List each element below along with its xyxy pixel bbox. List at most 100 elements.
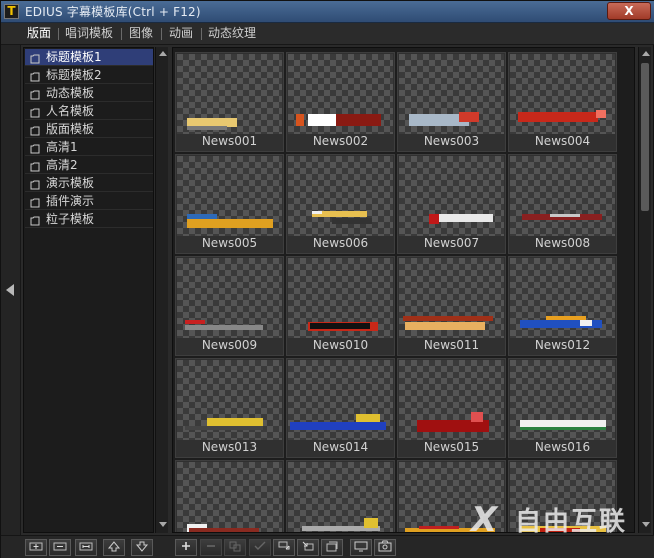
title-bar[interactable]: T EDIUS 字幕模板库(Ctrl + F12) X (1, 1, 654, 23)
category-item[interactable]: 插件演示 (25, 193, 153, 210)
thumbnail-caption-bar (290, 422, 386, 430)
category-label: 高清1 (46, 140, 78, 154)
folder-icon (30, 108, 40, 118)
thumbnail-caption-bar (332, 218, 372, 224)
template-scrollbar[interactable] (638, 47, 651, 533)
template-thumbnail (510, 360, 615, 440)
template-tile[interactable]: News009 (175, 256, 284, 356)
template-tile[interactable]: News007 (397, 154, 506, 254)
scroll-up-arrow-icon[interactable] (159, 51, 167, 56)
template-name: News009 (201, 338, 258, 352)
tab-motion-textures[interactable]: 动态纹理 (208, 26, 256, 41)
remove-category-button[interactable] (49, 539, 71, 556)
tab-images[interactable]: 图像 (129, 26, 153, 41)
collapse-left-arrow-icon[interactable] (6, 284, 14, 296)
template-thumbnail (177, 462, 282, 532)
tab-layout[interactable]: 版面 (27, 26, 51, 41)
template-name: News013 (201, 440, 258, 454)
category-label: 动态模板 (46, 86, 95, 100)
rename-icon (79, 542, 93, 551)
folder-icon (30, 90, 40, 100)
thumbnail-caption-bar (459, 112, 479, 122)
scroll-up-arrow-icon[interactable] (642, 51, 650, 56)
template-tile[interactable]: News014 (286, 358, 395, 458)
add-category-button[interactable] (25, 539, 47, 556)
template-thumbnail (399, 156, 504, 236)
template-tile[interactable]: News013 (175, 358, 284, 458)
thumbnail-caption-bar (356, 414, 380, 422)
template-tile[interactable]: News002 (286, 52, 395, 152)
category-label: 高清2 (46, 158, 78, 172)
thumbnail-caption-bar (429, 214, 439, 224)
apply-template-button[interactable] (249, 539, 271, 556)
add-template-icon (182, 542, 190, 550)
rename-category-button[interactable] (75, 539, 97, 556)
template-grid[interactable]: News001 News002 News003 News004 News005 News0… (172, 47, 635, 533)
template-tile[interactable]: News012 (508, 256, 617, 356)
template-thumbnail (177, 54, 282, 134)
template-name: News003 (423, 134, 480, 148)
move-down-button[interactable] (131, 539, 153, 556)
snapshot-icon (378, 540, 392, 552)
category-label: 演示模板 (46, 176, 95, 190)
template-thumbnail (288, 156, 393, 236)
template-library-window: T EDIUS 字幕模板库(Ctrl + F12) X 版面 唱词模板 图像 动… (0, 0, 654, 558)
category-item[interactable]: 人名模板 (25, 103, 153, 120)
template-thumbnail (510, 54, 615, 134)
template-tile[interactable] (286, 460, 395, 532)
thumbnail-caption-bar (520, 427, 606, 430)
batch-template-button[interactable] (321, 539, 343, 556)
add-template-button[interactable] (175, 539, 197, 556)
template-tile[interactable]: News006 (286, 154, 395, 254)
scroll-down-arrow-icon[interactable] (159, 522, 167, 527)
category-item[interactable]: 高清2 (25, 157, 153, 174)
close-button[interactable]: X (607, 2, 651, 20)
preview-button[interactable] (350, 539, 372, 556)
copy-icon (229, 541, 241, 552)
category-label: 标题模板2 (46, 68, 102, 82)
template-tile[interactable]: News008 (508, 154, 617, 254)
template-thumbnail (510, 258, 615, 338)
template-tile[interactable]: News011 (397, 256, 506, 356)
export-template-button[interactable] (273, 539, 295, 556)
snapshot-button[interactable] (374, 539, 396, 556)
category-list[interactable]: 标题模板1 标题模板2 动态模板人名模板 版面模板高清1 高清2 演示模板插件演示 粒子模板 (23, 47, 154, 533)
copy-template-button[interactable] (224, 539, 246, 556)
tab-animation[interactable]: 动画 (169, 26, 193, 41)
move-up-button[interactable] (103, 539, 125, 556)
import-template-button[interactable] (297, 539, 319, 556)
category-item[interactable]: 标题模板2 (25, 67, 153, 84)
template-thumbnail (510, 156, 615, 236)
thumbnail-caption-bar (310, 323, 370, 329)
thumbnail-caption-bar (187, 219, 273, 228)
template-tile[interactable]: News003 (397, 52, 506, 152)
import-icon (302, 541, 314, 551)
delete-template-button[interactable] (200, 539, 222, 556)
delete-template-icon (207, 545, 215, 547)
move-up-icon (107, 541, 121, 552)
category-item[interactable]: 标题模板1 (25, 49, 153, 66)
category-item[interactable]: 粒子模板 (25, 211, 153, 228)
remove-category-icon (53, 542, 67, 551)
template-thumbnail (399, 54, 504, 134)
category-scrollbar[interactable] (155, 47, 168, 533)
category-item[interactable]: 演示模板 (25, 175, 153, 192)
template-tile[interactable] (175, 460, 284, 532)
collapse-strip[interactable] (1, 45, 21, 558)
template-tile[interactable]: News005 (175, 154, 284, 254)
template-tile[interactable]: News004 (508, 52, 617, 152)
tab-lyrics-templates[interactable]: 唱词模板 (65, 26, 113, 41)
category-item[interactable]: 高清1 (25, 139, 153, 156)
folder-icon (30, 144, 40, 154)
template-tile[interactable]: News010 (286, 256, 395, 356)
template-thumbnail (288, 54, 393, 134)
template-tile[interactable]: News016 (508, 358, 617, 458)
category-item[interactable]: 动态模板 (25, 85, 153, 102)
template-thumbnail (288, 258, 393, 338)
folder-icon (30, 162, 40, 172)
template-tile[interactable]: News001 (175, 52, 284, 152)
watermark-logo: X (471, 500, 498, 540)
scrollbar-thumb[interactable] (641, 63, 649, 211)
category-item[interactable]: 版面模板 (25, 121, 153, 138)
template-tile[interactable]: News015 (397, 358, 506, 458)
